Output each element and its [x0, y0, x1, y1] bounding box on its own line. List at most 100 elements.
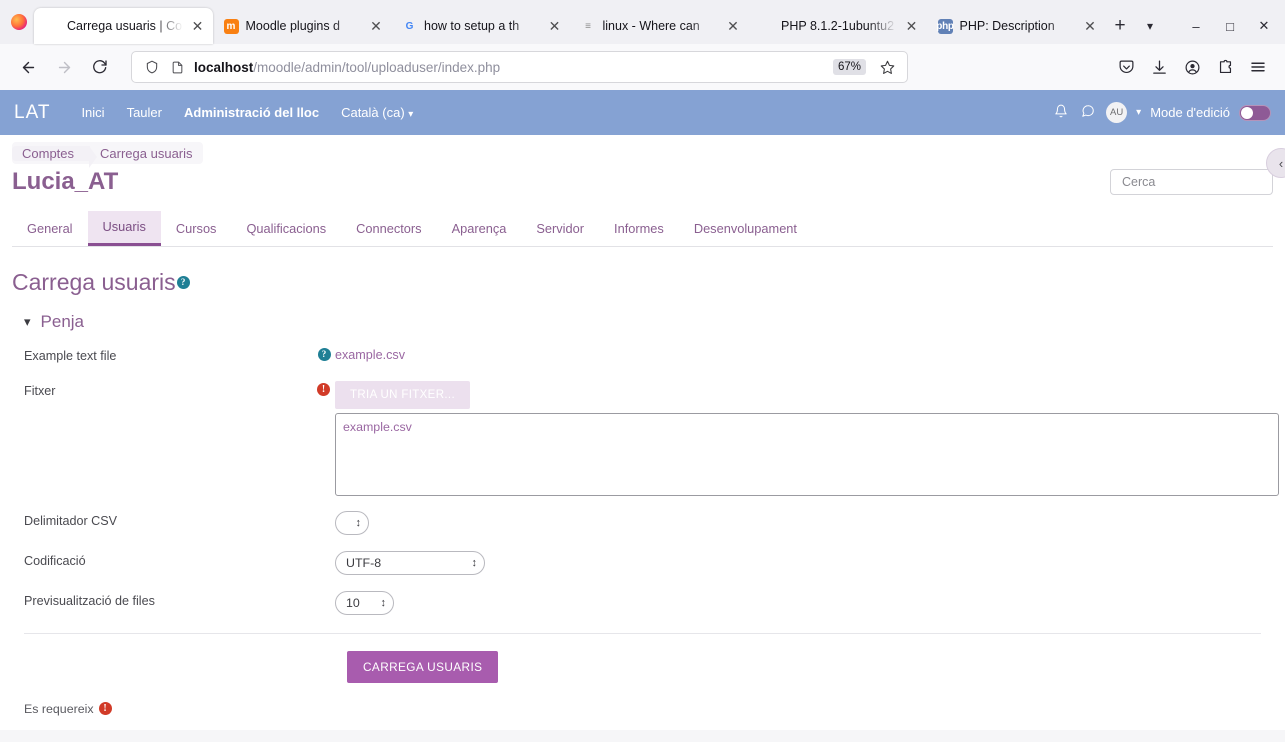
close-window-button[interactable]: ✕ [1247, 8, 1281, 44]
form-heading-text: Carrega usuaris [12, 269, 176, 296]
app-menu-icon[interactable] [1242, 51, 1274, 83]
browser-navigation-bar: localhost/moodle/admin/tool/uploaduser/i… [0, 44, 1285, 90]
url-text: localhost/moodle/admin/tool/uploaduser/i… [194, 60, 824, 75]
browser-tab-title: PHP 8.1.2-1ubuntu2 [781, 19, 897, 33]
chevron-down-icon[interactable]: ▾ [1136, 107, 1141, 118]
browser-tab[interactable]: PHP 8.1.2-1ubuntu2 ✕ [748, 8, 927, 44]
php-icon: php [938, 19, 953, 34]
moodle-icon: m [224, 19, 239, 34]
tab-informes[interactable]: Informes [599, 211, 679, 246]
browser-tab-title: Carrega usuaris | Co [67, 19, 183, 33]
pocket-icon[interactable] [1110, 51, 1142, 83]
tab-cursos[interactable]: Cursos [161, 211, 232, 246]
breadcrumb-item-comptes[interactable]: Comptes [12, 146, 90, 161]
reload-icon[interactable] [83, 51, 117, 83]
zoom-level-badge[interactable]: 67% [833, 59, 866, 75]
tab-aparenca[interactable]: Aparença [437, 211, 522, 246]
bell-icon[interactable] [1052, 104, 1070, 121]
close-icon[interactable]: ✕ [1082, 18, 1098, 34]
form-flag-fitxer: ! [312, 381, 335, 396]
site-navbar-right: AU ▾ Mode d'edició [1052, 102, 1271, 123]
nav-link-inici[interactable]: Inici [70, 105, 115, 120]
tab-servidor[interactable]: Servidor [521, 211, 599, 246]
search-input[interactable] [1120, 174, 1285, 190]
form-divider [24, 633, 1261, 634]
browser-tab[interactable]: Carrega usuaris | Co ✕ [34, 8, 213, 44]
url-host: localhost [194, 60, 253, 75]
tab-usuaris[interactable]: Usuaris [88, 211, 161, 246]
form-control-example: example.csv [335, 346, 1273, 364]
address-bar[interactable]: localhost/moodle/admin/tool/uploaduser/i… [131, 51, 908, 83]
message-icon[interactable] [1079, 104, 1097, 121]
breadcrumb-row: Comptes Carrega usuaris [12, 135, 1273, 163]
tab-connectors[interactable]: Connectors [341, 211, 436, 246]
extensions-icon[interactable] [1209, 51, 1241, 83]
browser-tab[interactable]: G how to setup a th ✕ [391, 8, 570, 44]
stackoverflow-icon: ≡ [581, 19, 596, 34]
required-icon[interactable]: ! [317, 383, 330, 396]
content-bottom-band [0, 730, 1285, 742]
minimize-button[interactable]: – [1179, 8, 1213, 44]
edit-mode-toggle[interactable] [1239, 105, 1271, 121]
site-brand[interactable]: LAT [14, 102, 50, 124]
back-icon[interactable] [11, 51, 45, 83]
tab-strip: Carrega usuaris | Co ✕ m Moodle plugins … [0, 0, 1285, 44]
browser-tab[interactable]: php PHP: Description ✕ [927, 8, 1106, 44]
page-title-row: Lucia_AT [12, 163, 1273, 197]
edit-mode-label: Mode d'edició [1150, 105, 1230, 120]
close-icon[interactable]: ✕ [725, 18, 741, 34]
form-flag-example: ? [312, 346, 335, 361]
close-icon[interactable]: ✕ [368, 18, 384, 34]
avatar[interactable]: AU [1106, 102, 1127, 123]
bookmark-star-icon[interactable] [875, 60, 899, 75]
browser-tab[interactable]: ≡ linux - Where can ✕ [570, 8, 749, 44]
encoding-select[interactable]: UTF-8 [335, 551, 485, 575]
form-label-delimitador: Delimitador CSV [12, 511, 312, 528]
preview-rows-select[interactable]: 10 [335, 591, 394, 615]
help-icon[interactable]: ? [318, 348, 331, 361]
tab-general[interactable]: General [12, 211, 88, 246]
upload-users-button[interactable]: CARREGA USUARIS [347, 651, 498, 683]
account-icon[interactable] [1176, 51, 1208, 83]
shield-icon [144, 59, 160, 75]
file-dropzone[interactable]: example.csv [335, 413, 1279, 496]
admin-tab-bar: General Usuaris Cursos Qualificacions Co… [12, 211, 1273, 247]
required-icon: ! [99, 702, 112, 715]
required-note: Es requereix ! [24, 702, 1273, 716]
google-icon: G [402, 19, 417, 34]
uploaded-file-name[interactable]: example.csv [343, 420, 412, 434]
forward-icon[interactable] [47, 51, 81, 83]
maximize-button[interactable]: □ [1213, 8, 1247, 44]
nav-link-language[interactable]: Català (ca) ▾ [330, 105, 424, 120]
form-row-codificacio: Codificació UTF-8 [12, 551, 1273, 575]
breadcrumb-item-carrega-usuaris[interactable]: Carrega usuaris [90, 146, 203, 161]
tab-desenvolupament[interactable]: Desenvolupament [679, 211, 812, 246]
browser-tab-title: how to setup a th [424, 19, 540, 33]
page-content: ‹ Comptes Carrega usuaris Lucia_AT Gener… [0, 135, 1285, 716]
close-icon[interactable]: ✕ [190, 18, 206, 34]
chevron-down-icon[interactable]: ▾ [24, 314, 31, 330]
downloads-icon[interactable] [1143, 51, 1175, 83]
form-heading: Carrega usuaris? [12, 269, 1273, 296]
nav-link-tauler[interactable]: Tauler [116, 105, 173, 120]
browser-tab-title: PHP: Description [960, 19, 1076, 33]
blank-icon [45, 19, 60, 34]
list-all-tabs-icon[interactable]: ▾ [1135, 8, 1165, 44]
form-label-previsualitzacio: Previsualització de files [12, 591, 312, 608]
form-label-codificacio: Codificació [12, 551, 312, 568]
tab-qualificacions[interactable]: Qualificacions [231, 211, 341, 246]
browser-tab[interactable]: m Moodle plugins d ✕ [213, 8, 392, 44]
form-flag-codificacio [312, 551, 335, 553]
help-icon[interactable]: ? [177, 276, 190, 289]
close-icon[interactable]: ✕ [547, 18, 563, 34]
form-label-example-text-file: Example text file [12, 346, 312, 363]
close-icon[interactable]: ✕ [904, 18, 920, 34]
choose-file-button[interactable]: TRIA UN FITXER... [335, 381, 470, 409]
csv-delimiter-select[interactable]: , [335, 511, 369, 535]
search-box[interactable] [1110, 169, 1273, 195]
form-row-previsualitzacio: Previsualització de files 10 [12, 591, 1273, 615]
example-csv-link[interactable]: example.csv [335, 348, 405, 362]
nav-link-site-administration[interactable]: Administració del lloc [173, 105, 330, 120]
new-tab-button[interactable]: + [1105, 8, 1135, 44]
section-header-penja[interactable]: ▾ Penja [24, 312, 1273, 332]
